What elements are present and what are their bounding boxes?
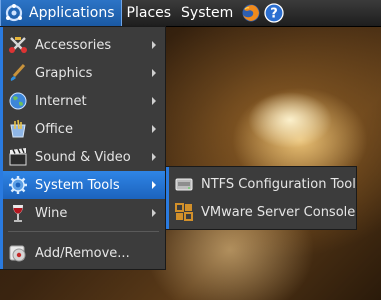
submenu-arrow-icon [152, 181, 156, 189]
submenu-arrow-icon [152, 153, 156, 161]
sound-video-icon [9, 148, 27, 166]
menu-item-label: Add/Remove... [35, 245, 130, 261]
menu-item-label: Sound & Video [35, 149, 131, 165]
menu-item-label: Graphics [35, 65, 93, 81]
applications-menu: Accessories Graphics Internet Office Sou… [0, 26, 166, 270]
graphics-icon [10, 63, 26, 81]
submenu-arrow-icon [152, 41, 156, 49]
menu-item-accessories[interactable]: Accessories [3, 31, 165, 59]
menu-item-system-tools[interactable]: System Tools [3, 171, 165, 199]
menu-separator [8, 231, 159, 232]
menu-item-office[interactable]: Office [3, 115, 165, 143]
system-menu-button[interactable]: System [176, 0, 238, 26]
submenu-item-ntfs-config[interactable]: NTFS Configuration Tool [169, 170, 356, 198]
office-icon [10, 119, 26, 138]
places-label: Places [126, 5, 172, 21]
firefox-launcher-icon[interactable] [241, 3, 261, 23]
submenu-arrow-icon [152, 69, 156, 77]
applications-menu-button[interactable]: Applications [0, 0, 122, 26]
submenu-item-label: NTFS Configuration Tool [201, 176, 356, 192]
applications-label: Applications [29, 5, 115, 21]
system-tools-icon [9, 176, 27, 194]
submenu-item-vmware-console[interactable]: VMware Server Console [169, 198, 356, 226]
system-label: System [181, 5, 234, 21]
menu-item-sound-video[interactable]: Sound & Video [3, 143, 165, 171]
drive-icon [175, 178, 193, 191]
distro-logo-icon [5, 4, 23, 22]
menu-item-add-remove[interactable]: Add/Remove... [3, 239, 165, 267]
submenu-arrow-icon [152, 209, 156, 217]
help-launcher-icon[interactable]: ? [264, 3, 284, 23]
wine-icon [13, 205, 23, 222]
submenu-arrow-icon [152, 97, 156, 105]
add-remove-icon [9, 245, 26, 262]
menu-item-label: Office [35, 121, 73, 137]
system-tools-submenu: NTFS Configuration Tool VMware Server Co… [165, 166, 357, 230]
vmware-icon [175, 203, 193, 221]
submenu-arrow-icon [152, 125, 156, 133]
menu-item-wine[interactable]: Wine [3, 199, 165, 227]
menu-item-label: Accessories [35, 37, 112, 53]
top-panel: Applications Places System ? [0, 0, 381, 27]
menu-item-label: Wine [35, 205, 68, 221]
accessories-icon [9, 37, 27, 53]
menu-item-label: Internet [35, 93, 87, 109]
menu-item-internet[interactable]: Internet [3, 87, 165, 115]
submenu-item-label: VMware Server Console [201, 204, 356, 220]
internet-icon [9, 92, 27, 110]
menu-item-graphics[interactable]: Graphics [3, 59, 165, 87]
menu-item-label: System Tools [35, 177, 120, 193]
svg-text:?: ? [270, 7, 278, 22]
places-menu-button[interactable]: Places [122, 0, 177, 26]
